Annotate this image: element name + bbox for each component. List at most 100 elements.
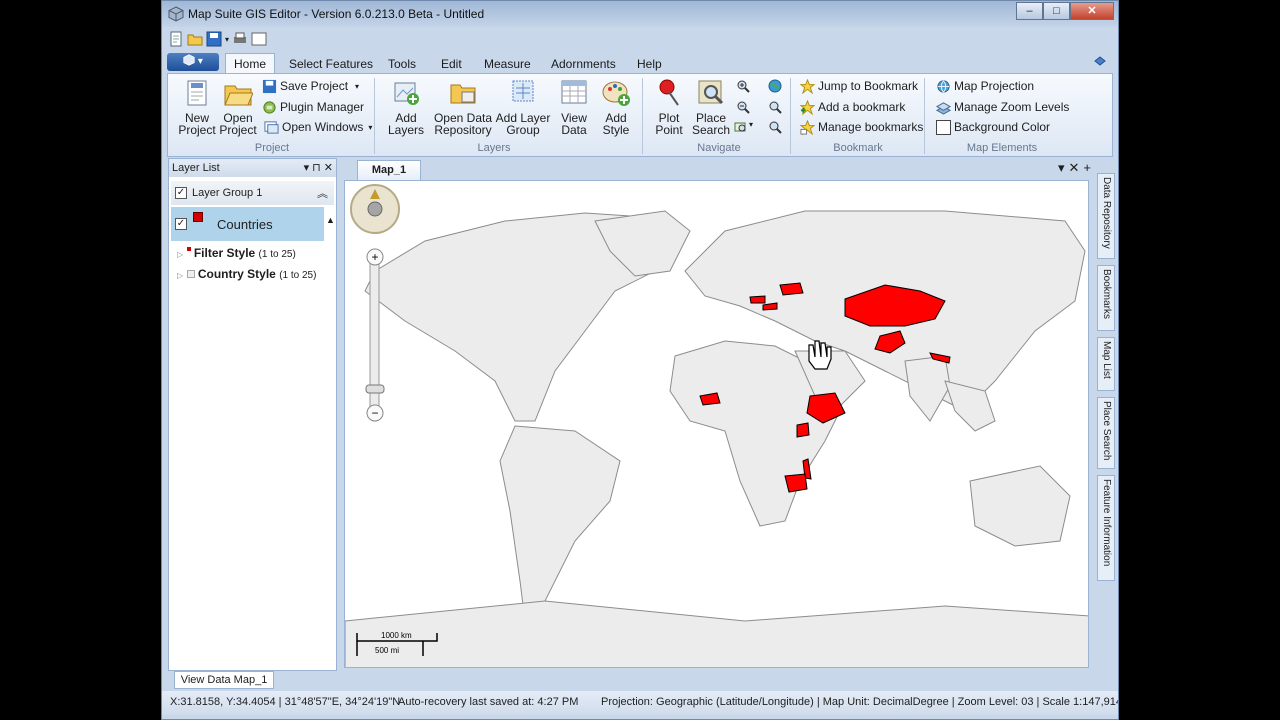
plugin-manager-button[interactable]: Plugin Manager [262, 98, 364, 116]
save-project-icon [262, 79, 277, 93]
view-data-tab[interactable]: View Data Map_1 [174, 671, 274, 689]
zoom-next-icon[interactable] [768, 120, 782, 134]
status-bar: X:31.8158, Y:34.4054 | 31°48'57"E, 34°24… [162, 691, 1118, 715]
tab-home[interactable]: Home [225, 53, 276, 74]
application-menu-button[interactable]: ▾ [167, 53, 219, 71]
zoom-in-icon[interactable] [736, 79, 750, 93]
layer-color-swatch [193, 212, 203, 222]
new-file-icon[interactable] [168, 31, 184, 47]
qat-dropdown-icon[interactable]: ▾ [225, 35, 229, 44]
manage-zoom-levels-label: Manage Zoom Levels [954, 100, 1070, 114]
open-project-label: Open Project [219, 111, 257, 137]
manage-bookmarks-button[interactable]: Manage bookmarks [800, 118, 923, 136]
zoom-slider-thumb[interactable] [365, 384, 385, 394]
side-tab-feature-information[interactable]: Feature Information [1097, 475, 1115, 581]
layer-row-countries[interactable]: ✓ Countries [171, 207, 324, 241]
maximize-button[interactable]: □ [1043, 2, 1070, 20]
open-folder-icon[interactable] [187, 31, 203, 47]
belarus [779, 282, 804, 296]
preview-icon[interactable] [251, 31, 267, 47]
layer-list-controls[interactable]: ▾ ⊓ ✕ [304, 159, 333, 177]
title-bar[interactable]: Map Suite GIS Editor - Version 6.0.213.0… [162, 1, 1118, 27]
tab-map-1[interactable]: Map_1 [357, 160, 421, 180]
layer-group-checkbox[interactable]: ✓ [175, 187, 187, 199]
add-layer-group-button[interactable]: Add Layer Group [494, 78, 552, 136]
zoom-slider-track[interactable] [369, 250, 380, 422]
style-row[interactable]: ▷ Filter Style (1 to 25) [177, 246, 296, 260]
plot-point-label: Plot Point [655, 111, 683, 137]
layer-group-row[interactable]: ✓ Layer Group 1 ︽ [171, 181, 334, 205]
place-search-icon [698, 80, 724, 105]
new-project-button[interactable]: New Project [174, 78, 220, 136]
place-search-button[interactable]: Place Search [690, 78, 732, 136]
close-button[interactable]: ✕ [1070, 2, 1114, 20]
map-projection-button[interactable]: Map Projection [936, 77, 1034, 95]
manage-bookmarks-label: Manage bookmarks [818, 120, 924, 134]
zoom-out-icon[interactable] [736, 100, 750, 114]
layer-checkbox[interactable]: ✓ [175, 218, 187, 230]
tab-measure[interactable]: Measure [476, 54, 539, 74]
app-menu-cube-icon [183, 54, 195, 66]
antarctica [345, 600, 1088, 667]
tab-select-features[interactable]: Select Features [281, 54, 381, 74]
pan-center-icon[interactable] [367, 201, 383, 217]
open-project-button[interactable]: Open Project [218, 78, 258, 136]
world-map[interactable]: + − 1000 km 500 mi [345, 181, 1089, 668]
star-icon [800, 78, 815, 94]
new-project-label: New Project [178, 111, 216, 137]
save-project-button[interactable]: Save Project ▾ [262, 77, 359, 95]
add-style-button[interactable]: Add Style [596, 78, 636, 136]
expand-icon[interactable]: ▷ [177, 250, 183, 259]
tab-help[interactable]: Help [629, 54, 670, 74]
layer-list-panel: Layer List ▾ ⊓ ✕ ✓ Layer Group 1 ︽ ✓ Cou… [168, 158, 337, 671]
scroll-up-icon[interactable]: ▲ [326, 215, 335, 225]
map-tab-controls[interactable]: ▾✕+ [1058, 160, 1095, 176]
ribbon-help-icon[interactable] [1093, 55, 1107, 69]
collapse-icon[interactable]: ︽ [317, 185, 328, 201]
layer-group-name: Layer Group 1 [192, 187, 263, 199]
side-tab-map-list[interactable]: Map List [1097, 337, 1115, 391]
add-layer-group-label: Add Layer Group [495, 111, 551, 137]
india [904, 355, 951, 422]
zoom-extent-icon[interactable] [734, 120, 748, 134]
pan-control[interactable] [350, 184, 400, 234]
group-label-bookmark: Bookmark [833, 142, 883, 154]
side-tab-data-repository[interactable]: Data Repository [1097, 173, 1115, 259]
side-tab-place-search[interactable]: Place Search [1097, 397, 1115, 469]
palette-icon [602, 81, 630, 106]
side-tab-bookmarks[interactable]: Bookmarks [1097, 265, 1115, 331]
view-data-button[interactable]: View Data [554, 78, 594, 136]
data-repository-icon [450, 84, 476, 104]
add-layers-button[interactable]: Add Layers [384, 78, 428, 136]
save-icon[interactable] [206, 31, 222, 47]
ribbon-home: New Project Open Project Save Project ▾ P… [167, 73, 1113, 157]
open-project-icon [224, 85, 254, 106]
add-bookmark-button[interactable]: Add a bookmark [800, 98, 905, 116]
filter-style-swatch [186, 247, 191, 251]
style-row[interactable]: ▷ Country Style (1 to 25) [177, 267, 316, 281]
jump-to-bookmark-button[interactable]: Jump to Bookmark [800, 77, 918, 95]
group-label-map-elements: Map Elements [966, 142, 1038, 154]
ribbon-separator [790, 78, 791, 154]
tab-adornments[interactable]: Adornments [543, 54, 624, 74]
tab-tools[interactable]: Tools [380, 54, 424, 74]
background-color-button[interactable]: Background Color [936, 118, 1050, 136]
print-icon[interactable] [232, 31, 248, 47]
zoom-previous-icon[interactable] [768, 100, 782, 114]
ribbon-separator [374, 78, 375, 154]
minimize-button[interactable]: – [1016, 2, 1043, 20]
open-windows-button[interactable]: Open Windows ▾ [264, 118, 372, 136]
map-canvas[interactable]: + − 1000 km 500 mi [344, 180, 1089, 668]
expand-icon[interactable]: ▷ [177, 271, 183, 280]
manage-star-icon [800, 119, 815, 135]
zoom-dropdown-icon[interactable]: ▾ [749, 120, 753, 129]
plot-point-button[interactable]: Plot Point [650, 78, 688, 136]
status-autosave: Auto-recovery last saved at: 4:27 PM [398, 696, 579, 708]
plugin-manager-label: Plugin Manager [280, 100, 365, 114]
manage-zoom-levels-button[interactable]: Manage Zoom Levels [936, 98, 1069, 116]
globe-icon[interactable] [768, 79, 782, 93]
status-map-info: Projection: Geographic (Latitude/Longitu… [601, 696, 1119, 708]
tab-edit[interactable]: Edit [433, 54, 470, 74]
windows-icon [264, 120, 279, 134]
open-data-repository-button[interactable]: Open Data Repository [430, 78, 496, 136]
